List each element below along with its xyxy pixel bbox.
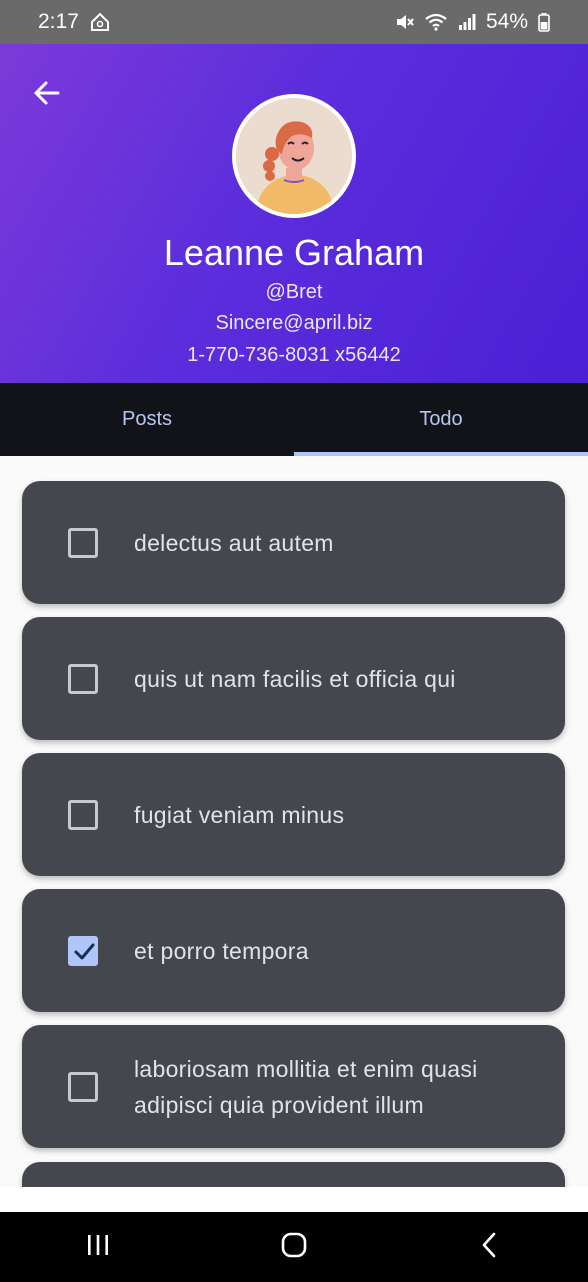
todo-item-partial[interactable]: [22, 1162, 565, 1187]
status-left: 2:17: [38, 10, 111, 34]
status-right: 54%: [394, 10, 550, 34]
tab-posts[interactable]: Posts: [0, 383, 294, 456]
todo-checkbox-checked[interactable]: [68, 936, 98, 966]
nav-back-icon[interactable]: [475, 1230, 505, 1265]
check-icon: [74, 943, 95, 960]
todo-checkbox[interactable]: [68, 800, 98, 830]
todo-item[interactable]: laboriosam mollitia et enim quasi adipis…: [22, 1025, 565, 1148]
status-bar: 2:17 54%: [0, 0, 588, 44]
avatar: [232, 94, 356, 218]
mute-icon: [394, 12, 414, 32]
todo-item[interactable]: fugiat veniam minus: [22, 753, 565, 876]
todo-list[interactable]: delectus aut autem quis ut nam facilis e…: [0, 456, 588, 1187]
user-email: Sincere@april.biz: [215, 312, 373, 334]
todo-item[interactable]: quis ut nam facilis et officia qui: [22, 617, 565, 740]
todo-title: delectus aut autem: [134, 529, 334, 556]
signal-icon: [458, 13, 476, 31]
home-icon: [89, 11, 111, 33]
list-bottom-strip: [0, 1187, 588, 1212]
tab-bar: Posts Todo: [0, 383, 588, 456]
wifi-icon: [424, 12, 448, 32]
todo-checkbox[interactable]: [68, 664, 98, 694]
avatar-illustration: [236, 98, 352, 214]
todo-title: fugiat veniam minus: [134, 801, 345, 828]
profile-header: Leanne Graham @Bret Sincere@april.biz 1-…: [0, 44, 588, 383]
back-button[interactable]: [30, 76, 64, 110]
todo-item[interactable]: delectus aut autem: [22, 481, 565, 604]
nav-home-icon[interactable]: [279, 1230, 309, 1265]
todo-title: laboriosam mollitia et enim quasi adipis…: [134, 1055, 478, 1118]
recents-icon[interactable]: [83, 1230, 113, 1265]
todo-item[interactable]: et porro tempora: [22, 889, 565, 1012]
battery-percent: 54%: [485, 10, 528, 33]
user-phone: 1-770-736-8031 x56442: [187, 344, 401, 366]
system-nav-bar: [0, 1212, 588, 1282]
todo-title: quis ut nam facilis et officia qui: [134, 665, 456, 692]
user-name: Leanne Graham: [163, 232, 425, 273]
status-time: 2:17: [38, 10, 79, 33]
tab-todo[interactable]: Todo: [294, 383, 588, 456]
user-handle: @Bret: [265, 281, 323, 303]
arrow-left-icon: [34, 81, 60, 105]
todo-checkbox[interactable]: [68, 1072, 98, 1102]
todo-title: et porro tempora: [134, 937, 309, 964]
battery-icon: [538, 12, 550, 32]
todo-checkbox[interactable]: [68, 528, 98, 558]
